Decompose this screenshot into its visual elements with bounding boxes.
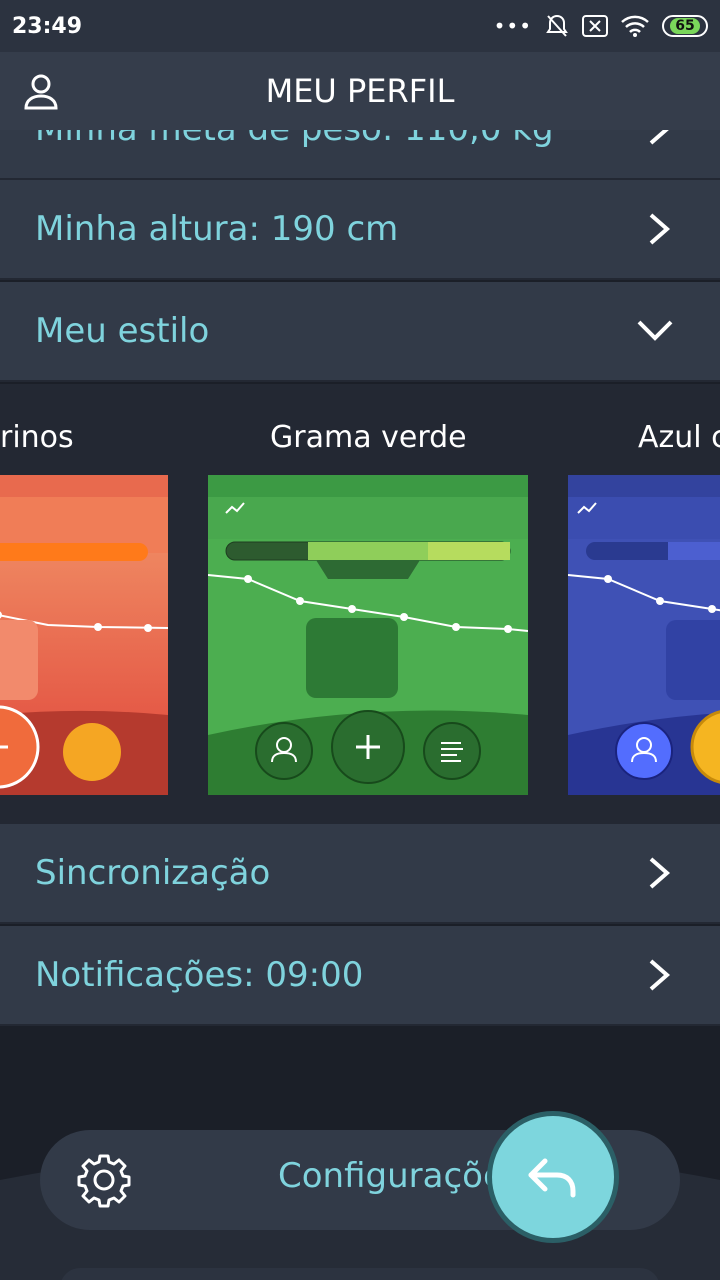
reply-icon [528, 1158, 576, 1198]
style-carousel[interactable]: rinos Grama verde Azul c [0, 384, 720, 824]
settings-label: Configurações [278, 1156, 522, 1196]
app-header: MEU PERFIL [0, 52, 720, 130]
chevron-right-icon [649, 213, 671, 245]
chevron-down-icon [637, 320, 673, 341]
gear-icon[interactable] [74, 1150, 134, 1210]
theme-name-right: Azul c [638, 420, 720, 455]
theme-preview-blue[interactable] [568, 475, 720, 795]
sync-label: Sincronização [35, 853, 271, 893]
sim-x-icon [582, 15, 608, 37]
height-row[interactable]: Minha altura: 190 cm [0, 180, 720, 280]
bottom-pill [60, 1268, 660, 1280]
battery-icon: 65 [662, 15, 708, 37]
chevron-right-icon [649, 857, 671, 889]
bell-off-icon [546, 14, 568, 37]
status-icons: ••• 65 [494, 13, 708, 39]
sync-row[interactable]: Sincronização [0, 824, 720, 924]
battery-level: 65 [670, 18, 700, 34]
style-row[interactable]: Meu estilo [0, 282, 720, 382]
style-label: Meu estilo [35, 311, 210, 351]
theme-preview-green[interactable] [208, 475, 528, 795]
page-title: MEU PERFIL [265, 72, 455, 110]
status-bar: 23:49 ••• 65 [0, 0, 720, 52]
theme-name-center: Grama verde [270, 420, 467, 455]
theme-name-left: rinos [0, 420, 74, 455]
back-button[interactable] [487, 1111, 619, 1243]
status-time: 23:49 [12, 13, 83, 39]
theme-preview-red[interactable] [0, 475, 168, 795]
profile-icon[interactable] [22, 72, 60, 110]
notifications-row[interactable]: Notificações: 09:00 [0, 926, 720, 1026]
more-dots-icon: ••• [493, 14, 532, 38]
chevron-right-icon [649, 959, 671, 991]
height-label: Minha altura: 190 cm [35, 209, 399, 249]
notifications-label: Notificações: 09:00 [35, 955, 364, 995]
wifi-icon [621, 15, 649, 37]
